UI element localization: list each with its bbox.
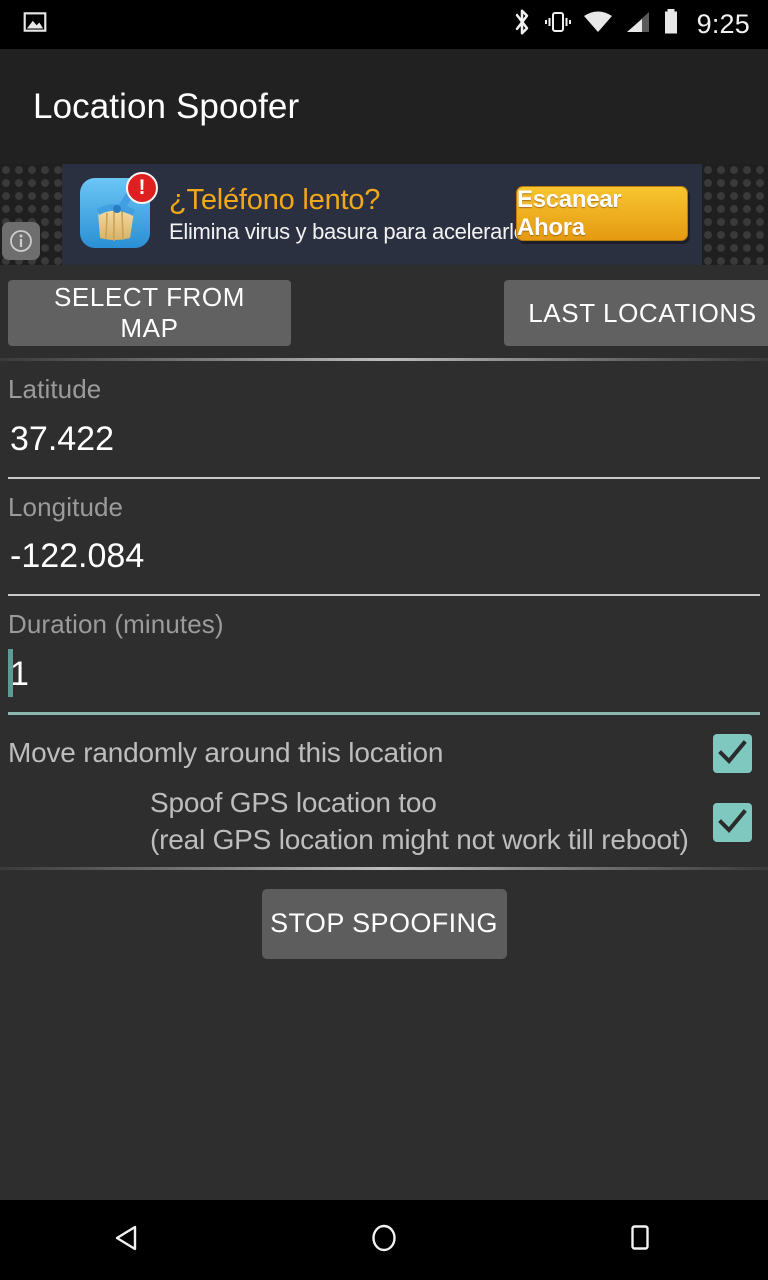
ad-alert-badge: ! — [126, 171, 158, 204]
move-randomly-checkbox[interactable] — [713, 733, 752, 773]
page-title: Location Spoofer — [33, 86, 300, 126]
battery-icon — [662, 8, 680, 41]
ad-content-panel[interactable]: ! ¿Teléfono lento? Elimina virus y basur… — [62, 164, 702, 265]
select-from-map-button[interactable]: SELECT FROM MAP — [8, 280, 291, 346]
longitude-field[interactable]: Longitude -122.084 — [8, 479, 760, 597]
options-section: Move randomly around this location Spoof… — [0, 715, 768, 867]
move-randomly-option-row[interactable]: Move randomly around this location — [8, 715, 760, 779]
location-form: Latitude 37.422 Longitude -122.084 Durat… — [0, 361, 768, 716]
nav-home-button[interactable] — [256, 1220, 512, 1261]
status-bar-right-icons: 9:25 — [511, 7, 768, 42]
ad-cta-button[interactable]: Escanear Ahora — [516, 186, 688, 241]
location-source-button-row: SELECT FROM MAP LAST LOCATIONS — [0, 265, 768, 358]
wifi-icon — [583, 9, 613, 40]
spoof-gps-option-row[interactable]: Spoof GPS location too (real GPS locatio… — [8, 779, 760, 867]
vibrate-icon — [544, 9, 572, 40]
stop-spoofing-button[interactable]: STOP SPOOFING — [261, 888, 507, 959]
ad-subtext: Elimina virus y basura para acelerarlo — [169, 219, 526, 245]
text-cursor — [8, 648, 13, 697]
app-action-bar: Location Spoofer — [0, 49, 768, 164]
stop-spoofing-row: STOP SPOOFING — [0, 870, 768, 959]
recents-square-icon — [622, 1220, 658, 1261]
move-randomly-label: Move randomly around this location — [8, 736, 444, 768]
nav-recents-button[interactable] — [512, 1220, 768, 1261]
ad-headline: ¿Teléfono lento? — [169, 183, 381, 216]
duration-label: Duration (minutes) — [8, 609, 224, 640]
latitude-field[interactable]: Latitude 37.422 — [8, 361, 760, 479]
spoof-gps-label: Spoof GPS location too (real GPS locatio… — [8, 785, 701, 859]
advertisement-banner[interactable]: ! ¿Teléfono lento? Elimina virus y basur… — [0, 164, 768, 265]
spoof-gps-checkbox[interactable] — [713, 802, 752, 842]
status-bar-left-icons — [0, 9, 48, 40]
longitude-label: Longitude — [8, 491, 124, 522]
status-bar-clock: 9:25 — [696, 9, 750, 39]
duration-field[interactable]: Duration (minutes) 1 — [8, 596, 760, 716]
ad-info-icon[interactable] — [2, 222, 40, 260]
cellular-signal-icon — [624, 9, 651, 40]
home-circle-icon — [366, 1220, 402, 1261]
photo-image-icon — [22, 9, 48, 40]
bluetooth-icon — [511, 7, 533, 42]
spoof-gps-label-line1: Spoof GPS location too — [150, 787, 437, 819]
spoof-gps-label-line2: (real GPS location might not work till r… — [150, 824, 689, 856]
ad-icon-container: ! — [80, 171, 158, 252]
android-navigation-bar — [0, 1200, 768, 1280]
latitude-label: Latitude — [8, 374, 102, 404]
status-bar: 9:25 — [0, 0, 768, 49]
duration-input[interactable]: 1 — [8, 641, 760, 712]
latitude-input[interactable]: 37.422 — [8, 406, 760, 477]
longitude-input[interactable]: -122.084 — [8, 523, 760, 594]
nav-back-button[interactable] — [0, 1220, 256, 1261]
phone-screen: 9:25 Location Spoofer ! ¿Teléfono lento?… — [0, 0, 768, 1280]
main-content: SELECT FROM MAP LAST LOCATIONS Latitude … — [0, 265, 768, 1200]
ad-text-block: ¿Teléfono lento? Elimina virus y basura … — [169, 184, 526, 246]
back-triangle-icon — [110, 1220, 146, 1261]
last-locations-button[interactable]: LAST LOCATIONS — [504, 280, 768, 346]
